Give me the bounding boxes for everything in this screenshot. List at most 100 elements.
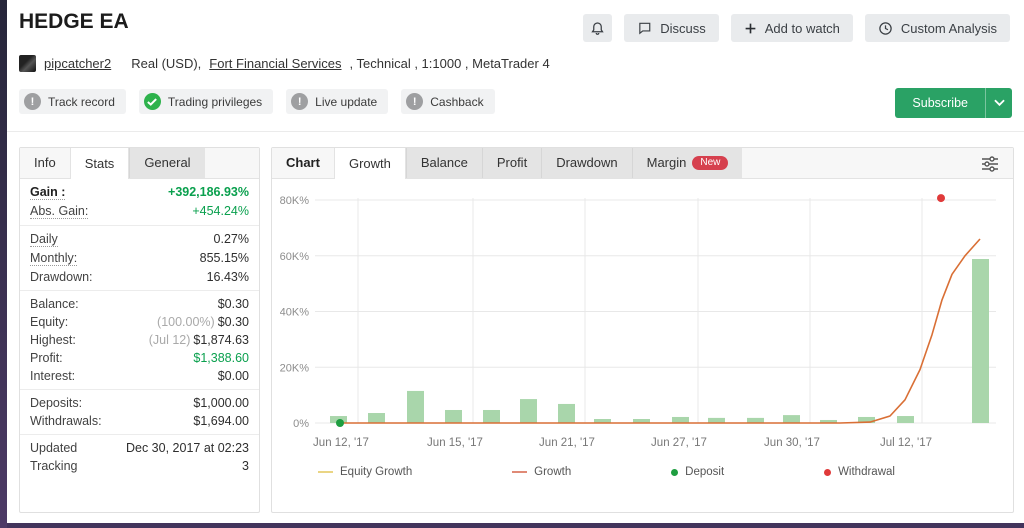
tab-profit[interactable]: Profit	[482, 148, 541, 178]
tab-chart[interactable]: Chart	[272, 148, 334, 178]
stat-row-gain: Gain : +392,186.93%	[20, 183, 259, 202]
stat-value: (100.00%)$0.30	[157, 315, 249, 329]
new-badge: New	[692, 156, 728, 170]
stat-label: Gain :	[30, 185, 65, 200]
svg-text:120K%: 120K%	[280, 362, 309, 374]
stat-row-updated: UpdatedDec 30, 2017 at 02:23	[20, 439, 259, 457]
stat-value-text: 0.27%	[214, 232, 249, 246]
legend-item-withdrawal[interactable]: Withdrawal	[824, 466, 895, 478]
chevron-down-icon	[994, 99, 1005, 107]
add-to-watch-label: Add to watch	[765, 21, 840, 36]
stat-value-text: $1,000.00	[193, 396, 249, 410]
account-line: pipcatcher2 Real (USD), Fort Financial S…	[19, 55, 550, 72]
system-page: HEDGE EA Discuss Add to watch Custom Ana…	[7, 0, 1024, 523]
stat-value-text: +392,186.93%	[168, 185, 249, 199]
badge-cashback[interactable]: !Cashback	[401, 89, 494, 114]
subscribe-label: Subscribe	[895, 88, 985, 118]
stat-value-text: $0.00	[218, 369, 249, 383]
badge-trading-privileges[interactable]: Trading privileges	[139, 89, 273, 114]
discuss-icon	[637, 21, 652, 35]
badge-track-record[interactable]: !Track record	[19, 89, 126, 114]
custom-analysis-label: Custom Analysis	[901, 21, 997, 36]
tab-drawdown[interactable]: Drawdown	[541, 148, 631, 178]
stat-label: Interest:	[30, 369, 75, 383]
tab-balance[interactable]: Balance	[406, 148, 482, 178]
stat-label: Deposits:	[30, 396, 82, 410]
stat-row-deposits: Deposits: $1,000.00	[20, 394, 259, 412]
stat-value-muted: (Jul 12)	[149, 333, 191, 347]
notifications-button[interactable]	[583, 14, 612, 42]
legend-item-growth[interactable]: Growth	[512, 466, 571, 478]
stat-value-text: 855.15%	[200, 251, 249, 265]
tab-label: Info	[34, 148, 56, 178]
legend-dot-swatch	[671, 469, 678, 476]
svg-text:Jun 27, '17: Jun 27, '17	[651, 437, 707, 449]
stat-row-tracking: Tracking3	[20, 457, 259, 475]
stats-group: Gain : +392,186.93% Abs. Gain:+454.24%	[20, 179, 259, 225]
stat-value-text: $0.30	[218, 315, 249, 329]
sliders-icon	[980, 155, 1000, 173]
svg-text:Jul 12, '17: Jul 12, '17	[880, 437, 932, 449]
stat-value: (Jul 12)$1,874.63	[149, 333, 249, 347]
discuss-label: Discuss	[660, 21, 706, 36]
stat-value: $0.30	[218, 297, 249, 311]
tab-label: Profit	[497, 148, 527, 178]
page-title: HEDGE EA	[19, 10, 129, 34]
badge-live-update[interactable]: ! Live update	[286, 89, 388, 114]
chart-settings-button[interactable]	[980, 155, 1000, 178]
stat-value-text: $1,874.63	[193, 333, 249, 347]
exclamation-icon: !	[291, 93, 308, 110]
stat-row-monthly: Monthly:855.15%	[20, 249, 259, 268]
stat-row-daily: Daily0.27%	[20, 230, 259, 249]
stat-label: Balance:	[30, 297, 79, 311]
exclamation-icon: !	[406, 93, 423, 110]
stat-value: $1,694.00	[193, 414, 249, 428]
legend-label: Growth	[534, 466, 571, 478]
svg-text:480K%: 480K%	[280, 195, 309, 207]
tab-margin[interactable]: Margin New	[632, 148, 743, 178]
stat-label: Highest:	[30, 333, 76, 347]
header-divider	[7, 131, 1024, 132]
broker-link[interactable]: Fort Financial Services	[209, 56, 341, 71]
avatar	[19, 55, 36, 72]
verification-badges: !Track record Trading privileges! Live upd…	[19, 89, 495, 114]
stat-value-text: $1,388.60	[193, 351, 249, 365]
stat-label: Updated	[30, 441, 77, 455]
badge-label: Live update	[315, 95, 377, 109]
tab-stats[interactable]: Stats	[70, 148, 130, 179]
stat-value: $0.00	[218, 369, 249, 383]
legend-item-equity-growth[interactable]: Equity Growth	[318, 466, 412, 478]
stat-value: +454.24%	[192, 204, 249, 219]
stat-value-text: $0.30	[218, 297, 249, 311]
legend-dot-swatch	[824, 469, 831, 476]
tab-growth[interactable]: Growth	[334, 148, 406, 179]
stats-panel: Info Stats General Gain : +392,186.93% Abs. …	[19, 147, 260, 513]
discuss-button[interactable]: Discuss	[624, 14, 719, 42]
username-link[interactable]: pipcatcher2	[44, 56, 111, 71]
stat-value-text: $1,694.00	[193, 414, 249, 428]
chart-panel-tabs: ChartGrowth Balance Profit Drawdown Margin Ne…	[272, 148, 1013, 179]
tab-info[interactable]: Info	[20, 148, 70, 178]
window-frame-bottom	[0, 523, 1024, 528]
tab-label: Margin	[647, 148, 687, 178]
tab-label: Drawdown	[556, 148, 617, 178]
legend-line-swatch	[318, 471, 333, 473]
tab-label: Balance	[421, 148, 468, 178]
svg-text:240K%: 240K%	[280, 307, 309, 319]
stat-row-interest: Interest: $0.00	[20, 367, 259, 385]
exclamation-icon: !	[24, 93, 41, 110]
stat-value: 855.15%	[200, 251, 249, 266]
svg-text:Jun 21, '17: Jun 21, '17	[539, 437, 595, 449]
plus-icon	[744, 22, 757, 35]
custom-analysis-button[interactable]: Custom Analysis	[865, 14, 1010, 42]
tab-general[interactable]: General	[129, 148, 204, 178]
stat-value-muted: (100.00%)	[157, 315, 215, 329]
subscribe-button[interactable]: Subscribe	[895, 88, 1012, 118]
add-to-watch-button[interactable]: Add to watch	[731, 14, 853, 42]
stat-value: $1,388.60	[193, 351, 249, 365]
legend-item-deposit[interactable]: Deposit	[671, 466, 724, 478]
stat-row-absgain: Abs. Gain:+454.24%	[20, 202, 259, 221]
tab-label: General	[144, 148, 190, 178]
subscribe-dropdown[interactable]	[985, 88, 1012, 118]
account-detail: , Technical , 1:1000 , MetaTrader 4	[350, 56, 550, 71]
